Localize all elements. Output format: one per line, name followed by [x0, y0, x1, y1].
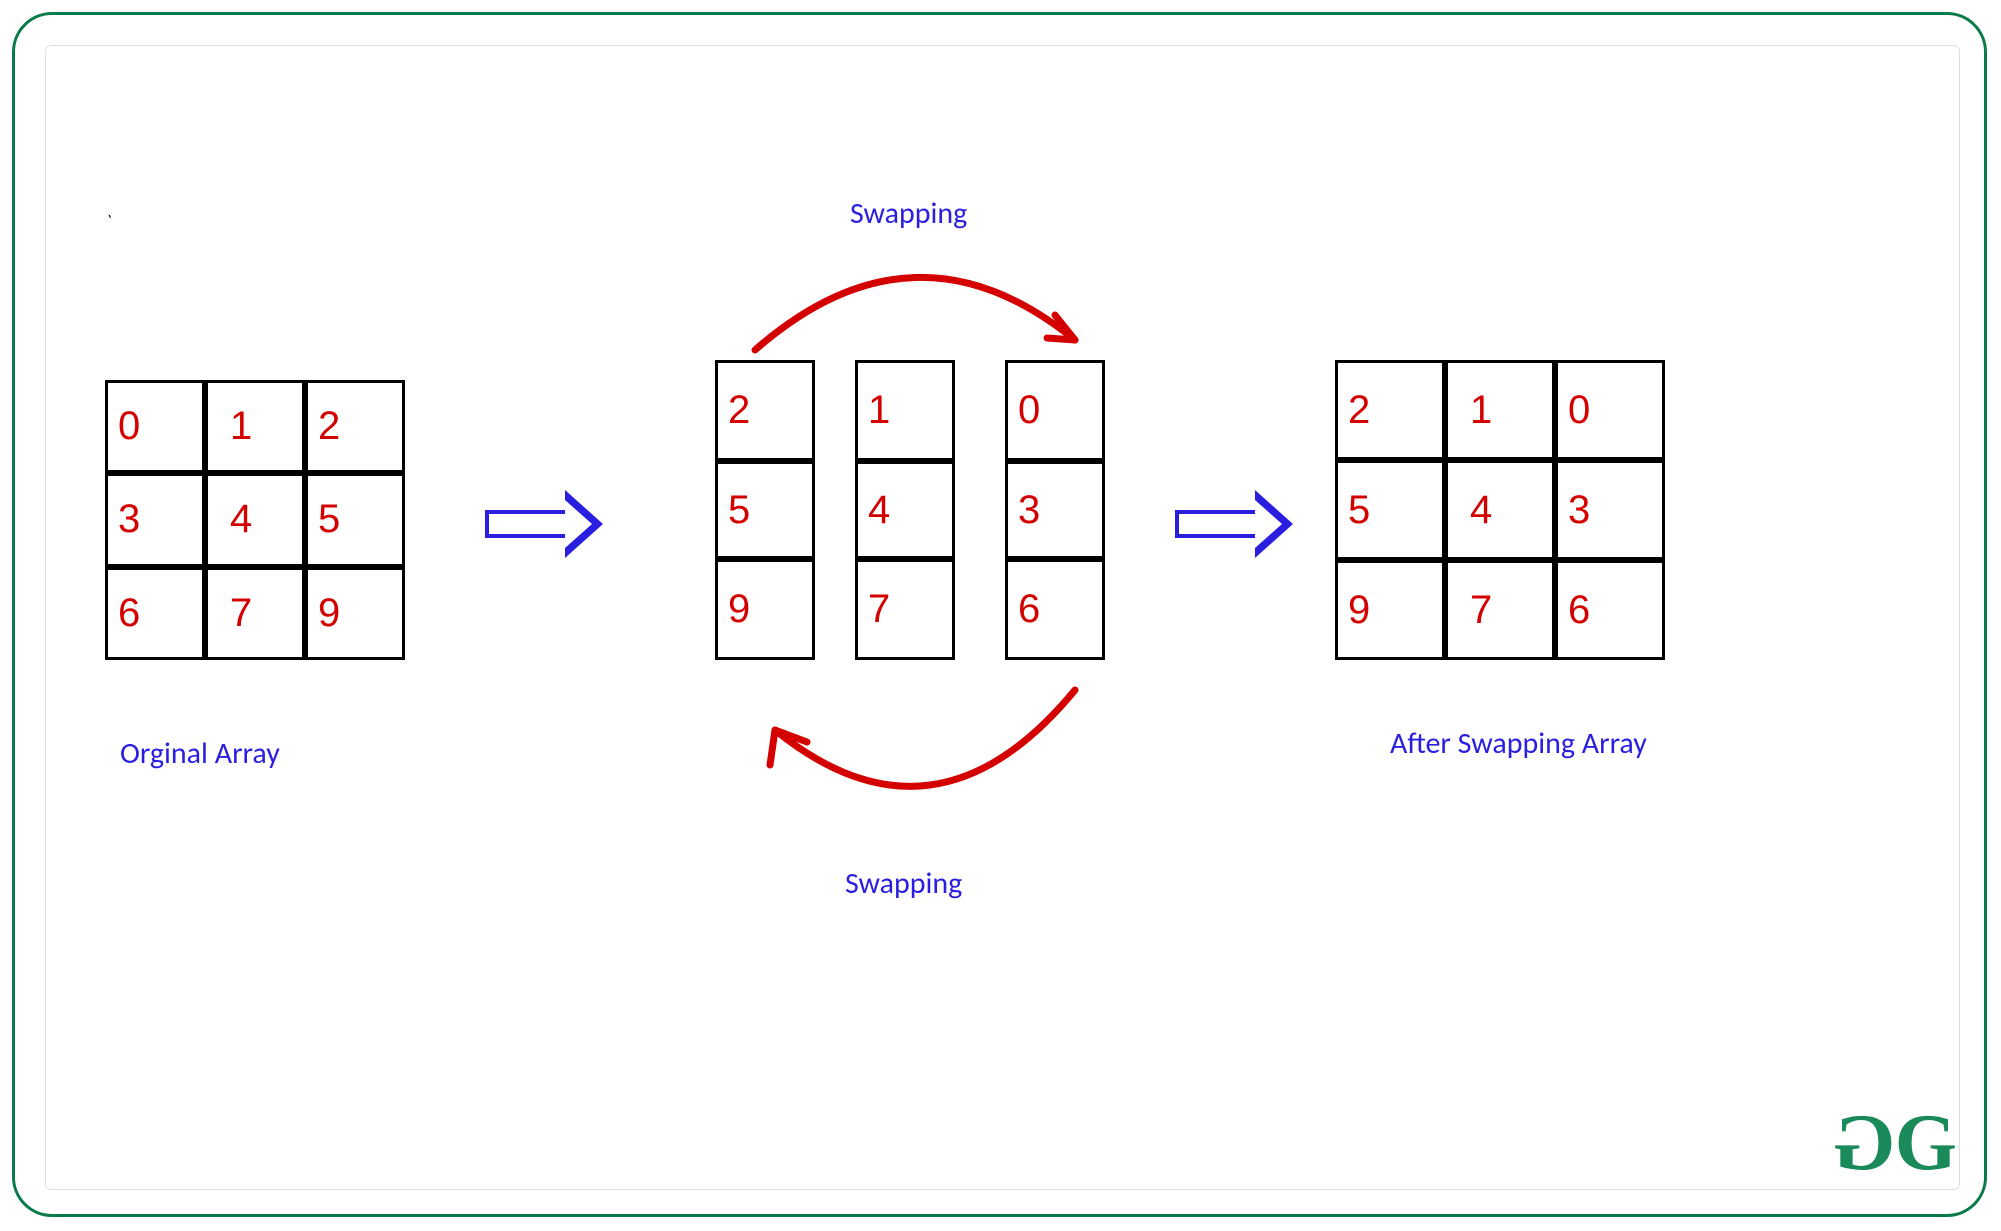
- cell: 4: [205, 473, 305, 566]
- cell: 5: [1335, 460, 1445, 560]
- swap-arrow-bottom-icon: [715, 670, 1115, 850]
- cell: 7: [1445, 560, 1555, 660]
- swap-top-label: Swapping: [850, 195, 967, 232]
- result-matrix: 2 1 0 5 4 3 9 7 6: [1335, 360, 1665, 660]
- arrow-right-icon: [1175, 490, 1293, 558]
- cell: 0: [105, 380, 205, 473]
- cell: 6: [1555, 560, 1665, 660]
- cell: 3: [1008, 461, 1102, 559]
- result-label: After Swapping Array: [1390, 725, 1647, 762]
- cell: 0: [1008, 363, 1102, 461]
- middle-column-2: 1 4 7: [855, 360, 955, 660]
- cell: 7: [858, 559, 952, 657]
- cell: 6: [105, 567, 205, 660]
- logo-left: G: [1841, 1098, 1895, 1189]
- cell: 3: [105, 473, 205, 566]
- arrow-right-icon: [485, 490, 603, 558]
- geeksforgeeks-logo: GG: [1841, 1098, 1949, 1189]
- diagram-frame: ` 0 1 2 3 4 5 6 7 9 Orginal Array 2 5 9 …: [12, 12, 1987, 1217]
- cell: 1: [205, 380, 305, 473]
- cell: 9: [305, 567, 405, 660]
- cell: 2: [305, 380, 405, 473]
- cell: 5: [305, 473, 405, 566]
- middle-column-3: 0 3 6: [1005, 360, 1105, 660]
- cell: 0: [1555, 360, 1665, 460]
- swap-bottom-label: Swapping: [845, 865, 962, 902]
- cell: 7: [205, 567, 305, 660]
- cell: 1: [1445, 360, 1555, 460]
- cell: 6: [1008, 559, 1102, 657]
- logo-right: G: [1895, 1099, 1949, 1187]
- cell: 2: [1335, 360, 1445, 460]
- cell: 9: [718, 559, 812, 657]
- cell: 5: [718, 461, 812, 559]
- cell: 1: [858, 363, 952, 461]
- cell: 3: [1555, 460, 1665, 560]
- swap-arrow-top-icon: [715, 230, 1115, 360]
- original-label: Orginal Array: [120, 735, 280, 772]
- middle-column-1: 2 5 9: [715, 360, 815, 660]
- cell: 2: [718, 363, 812, 461]
- cell: 4: [1445, 460, 1555, 560]
- original-matrix: 0 1 2 3 4 5 6 7 9: [105, 380, 405, 660]
- cell: 4: [858, 461, 952, 559]
- cell: 9: [1335, 560, 1445, 660]
